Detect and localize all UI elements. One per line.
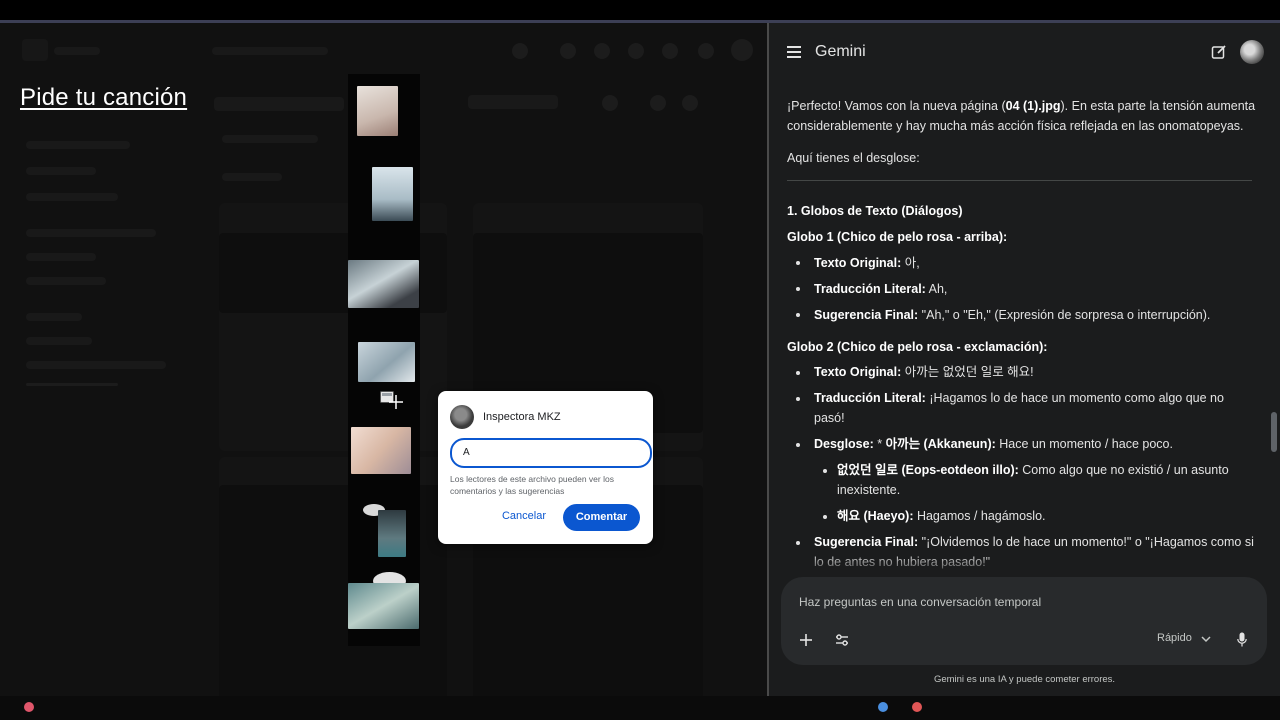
intro-text: ¡Perfecto! Vamos con la nueva página ( xyxy=(787,99,1006,113)
user-avatar xyxy=(450,405,474,429)
chevron-down-icon[interactable] xyxy=(1201,635,1211,643)
label: Traducción Literal: xyxy=(814,282,926,296)
section-heading: 1. Globos de Texto (Diálogos) xyxy=(787,201,1257,221)
label: Desglose: xyxy=(814,437,874,451)
bullet xyxy=(796,313,800,317)
section-divider xyxy=(787,180,1252,181)
bullet xyxy=(796,261,800,265)
globo2-original: Texto Original: 아까는 없었던 일로 해요! xyxy=(814,362,1254,382)
ai-disclaimer: Gemini es una IA y puede cometer errores… xyxy=(933,674,1116,685)
globo2-sub1: 없었던 일로 (Eops-eotdeon illo): Como algo qu… xyxy=(837,460,1247,500)
term: 아까는 (Akkaneun): xyxy=(885,437,996,451)
comic-panel xyxy=(348,583,419,629)
label: Texto Original: xyxy=(814,365,902,379)
tools-icon[interactable] xyxy=(835,633,849,647)
comic-panel xyxy=(358,342,415,382)
new-chat-icon[interactable] xyxy=(1211,44,1227,60)
value: 아까는 없었던 일로 해요! xyxy=(901,365,1034,379)
bullet xyxy=(796,287,800,291)
value: "Ah," o "Eh," (Expresión de sorpresa o i… xyxy=(918,308,1211,322)
model-selector[interactable]: Rápido xyxy=(1157,632,1192,644)
add-icon[interactable] xyxy=(799,633,813,647)
globo2-sub2: 해요 (Haeyo): Hagamos / hagámoslo. xyxy=(837,506,1247,526)
comic-page-strip[interactable] xyxy=(348,74,420,646)
section-heading-text: 1. Globos de Texto (Diálogos) xyxy=(787,204,963,218)
value: 아, xyxy=(901,256,920,270)
sub-bullet xyxy=(823,469,827,473)
bullet xyxy=(796,443,800,447)
comment-input[interactable]: A xyxy=(450,438,652,468)
taskbar-icon[interactable] xyxy=(878,702,888,712)
crosshair-cursor-icon xyxy=(389,395,403,409)
globo1-heading: Globo 1 (Chico de pelo rosa - arriba): xyxy=(787,227,1257,247)
globo2-desglose: Desglose: * 아까는 (Akkaneun): Hace un mome… xyxy=(814,434,1254,454)
account-avatar[interactable] xyxy=(1240,40,1264,64)
prompt-input[interactable]: Haz preguntas en una conversación tempor… xyxy=(799,595,1041,609)
cancel-button[interactable]: Cancelar xyxy=(495,503,553,530)
response-intro: ¡Perfecto! Vamos con la nueva página (04… xyxy=(787,96,1257,136)
comic-panel xyxy=(372,167,413,221)
globo1-final: Sugerencia Final: "Ah," o "Eh," (Expresi… xyxy=(814,305,1254,325)
bullet xyxy=(796,541,800,545)
value: Ah, xyxy=(925,282,948,296)
taskbar xyxy=(0,696,1280,720)
breakdown-intro: Aquí tienes el desglose: xyxy=(787,151,920,165)
top-bar xyxy=(0,0,1280,20)
microphone-icon[interactable] xyxy=(1237,632,1247,647)
label: Sugerencia Final: xyxy=(814,308,919,322)
gemini-panel: Gemini ¡Perfecto! Vamos con la nueva pág… xyxy=(769,23,1280,696)
intro-filename: 04 (1).jpg xyxy=(1005,99,1061,113)
taskbar-icon[interactable] xyxy=(24,702,34,712)
globo2-heading: Globo 2 (Chico de pelo rosa - exclamació… xyxy=(787,337,1257,357)
globo2-literal: Traducción Literal: ¡Hagamos lo de hace … xyxy=(814,388,1234,428)
globo1-original: Texto Original: 아, xyxy=(814,253,1254,273)
bullet xyxy=(796,371,800,375)
prompt-composer[interactable]: Haz preguntas en una conversación tempor… xyxy=(781,577,1267,665)
comment-visibility-note: Los lectores de este archivo pueden ver … xyxy=(450,474,614,496)
bullet xyxy=(796,397,800,401)
term: 해요 (Haeyo): xyxy=(837,509,914,523)
comment-dialog: Inspectora MKZ A Los lectores de este ar… xyxy=(438,391,653,544)
comic-panel xyxy=(351,427,411,474)
sub-bullet xyxy=(823,515,827,519)
menu-icon[interactable] xyxy=(787,46,801,58)
label: Traducción Literal: xyxy=(814,391,926,405)
value: Hagamos / hagámoslo. xyxy=(913,509,1046,523)
label: Texto Original: xyxy=(814,256,902,270)
comment-author-name: Inspectora MKZ xyxy=(483,411,561,423)
comic-panel xyxy=(348,260,419,308)
globo1-heading-text: Globo 1 (Chico de pelo rosa - arriba): xyxy=(787,230,1008,244)
request-song-link[interactable]: Pide tu canción xyxy=(20,84,187,112)
scroll-fade xyxy=(769,553,1280,577)
star: * xyxy=(873,437,886,451)
comic-panel xyxy=(378,510,406,557)
globo1-literal: Traducción Literal: Ah, xyxy=(814,279,1254,299)
panel-title: Gemini xyxy=(815,43,866,60)
scrollbar-thumb[interactable] xyxy=(1271,412,1277,452)
term: 없었던 일로 (Eops-eotdeon illo): xyxy=(837,463,1019,477)
taskbar-icon[interactable] xyxy=(912,702,922,712)
value: Hace un momento / hace poco. xyxy=(995,437,1173,451)
submit-comment-button[interactable]: Comentar xyxy=(563,504,640,531)
label: Sugerencia Final: xyxy=(814,535,919,549)
globo2-heading-text: Globo 2 (Chico de pelo rosa - exclamació… xyxy=(787,340,1048,354)
comic-panel xyxy=(357,86,398,136)
